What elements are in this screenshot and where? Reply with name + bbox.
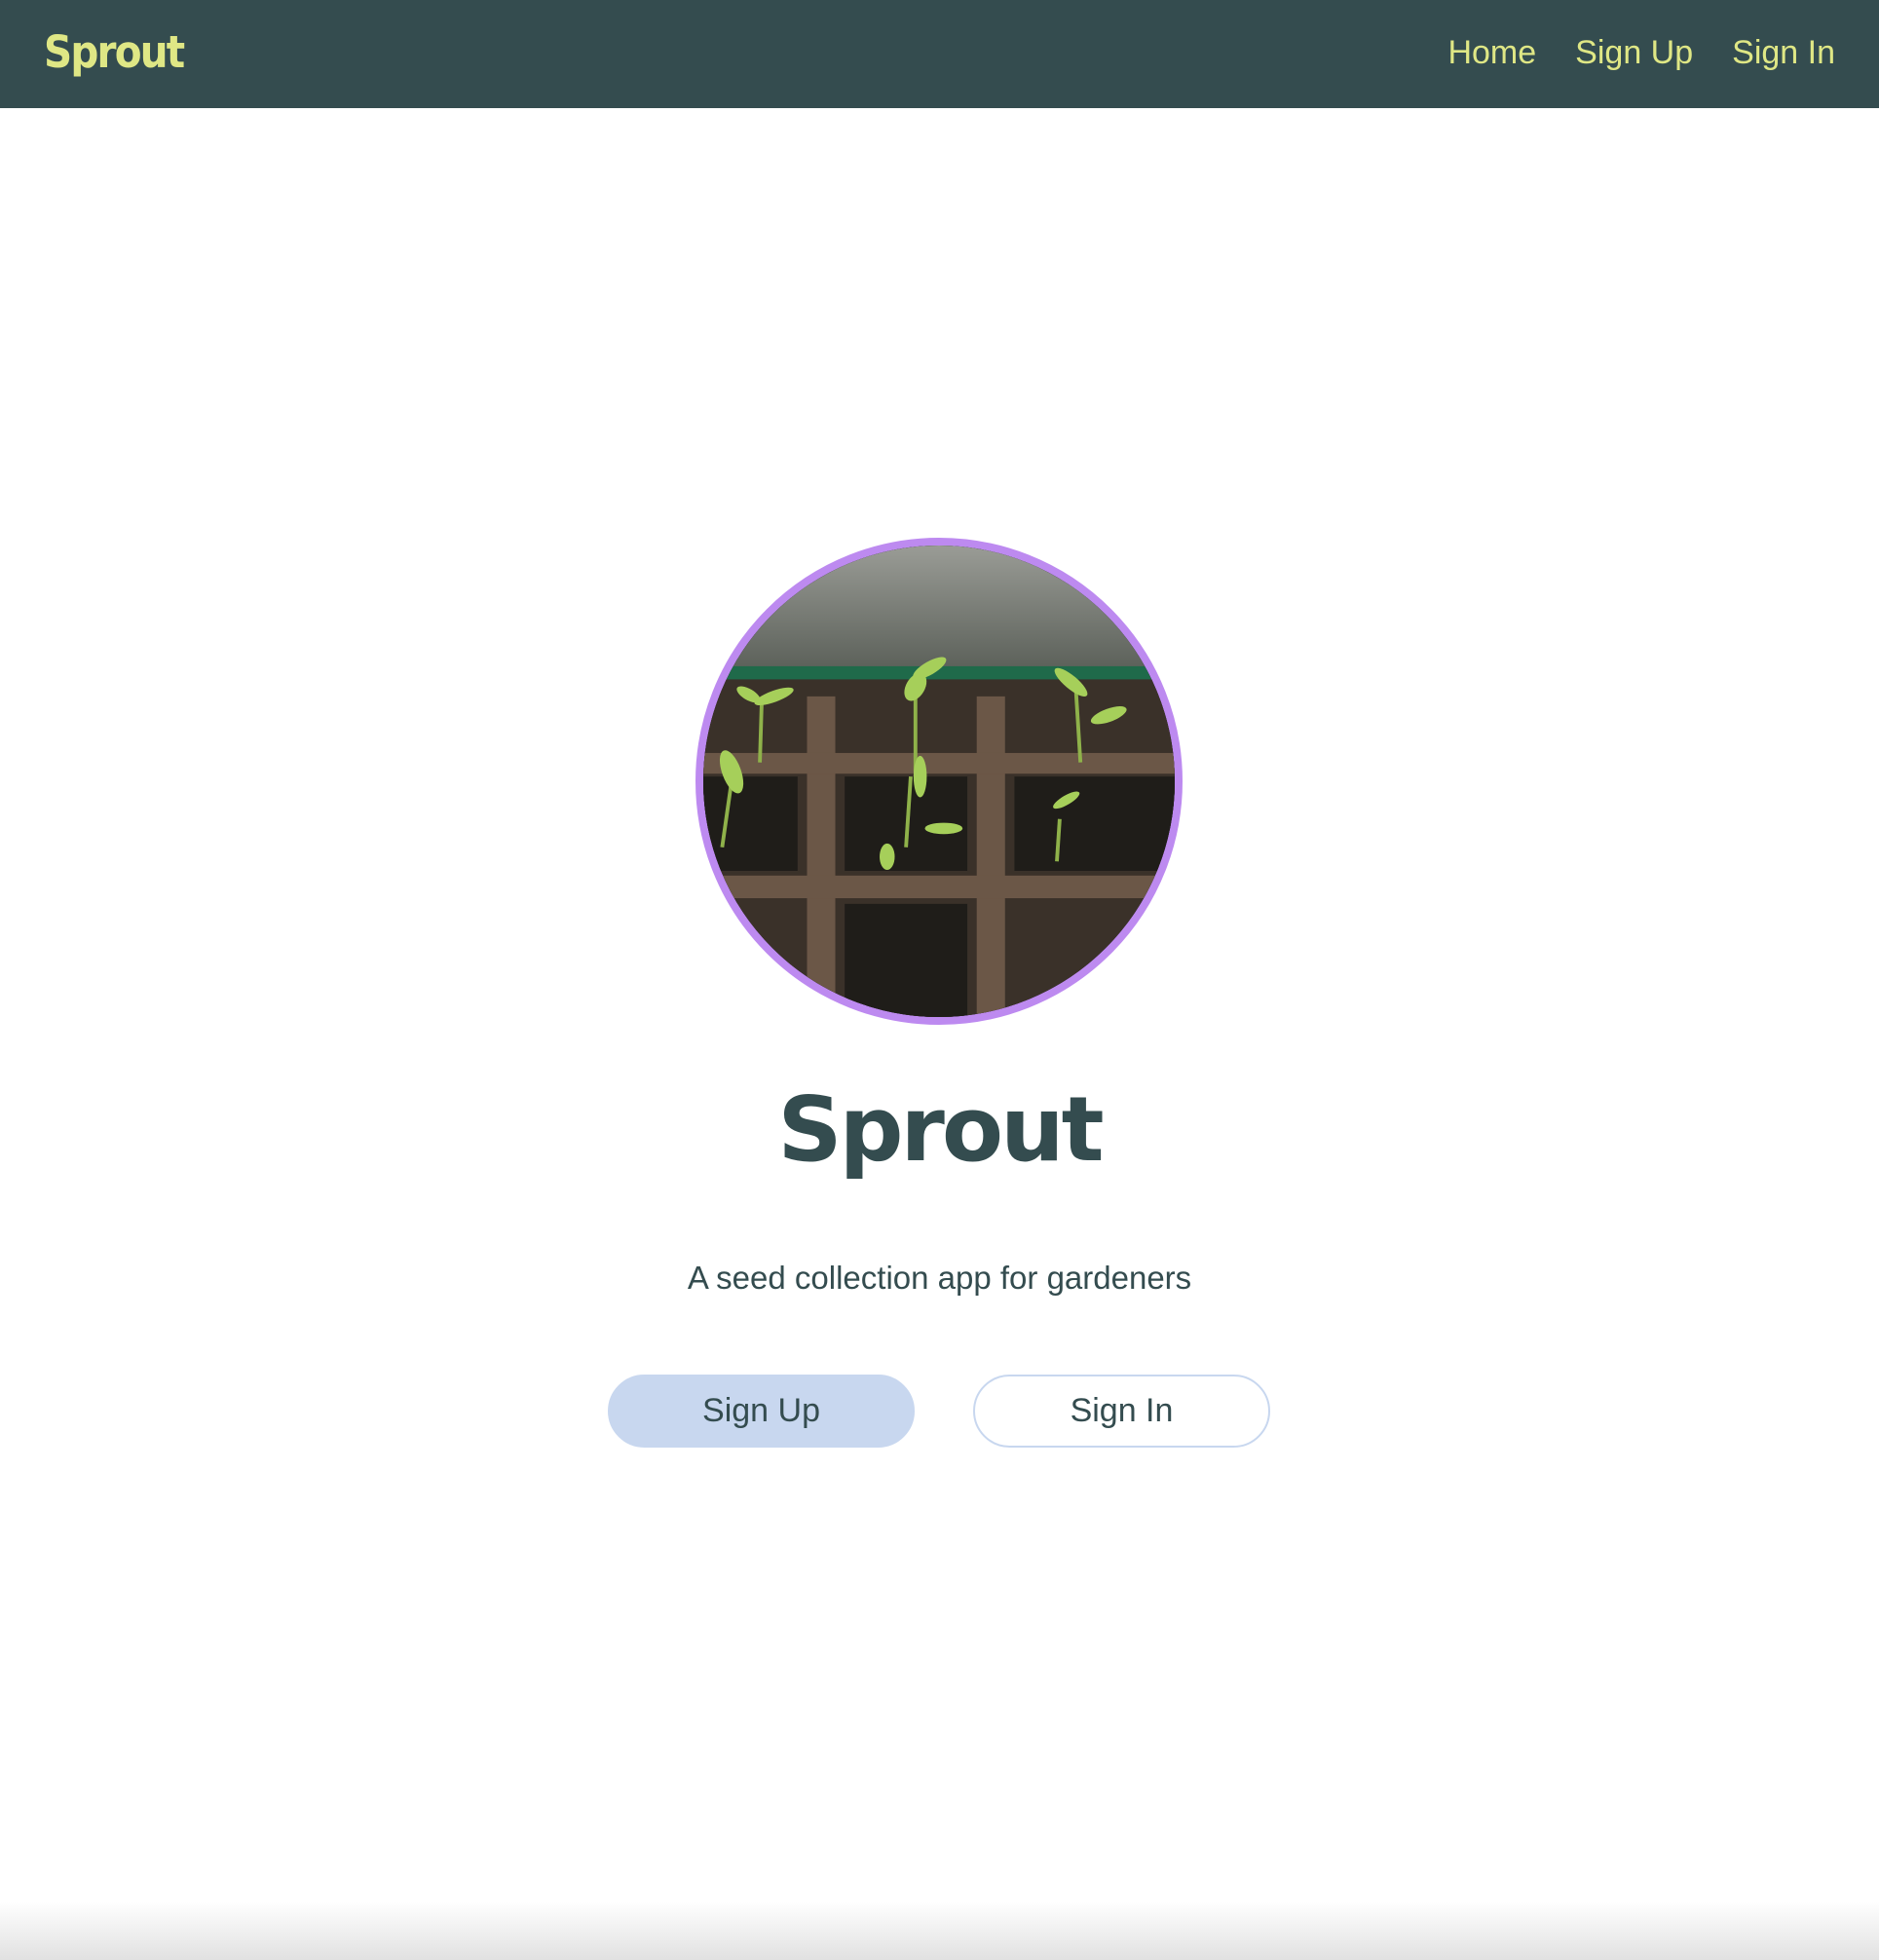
nav-links: Home Sign Up Sign In — [1447, 27, 1835, 78]
seedling-photo-icon — [703, 546, 1175, 1017]
bottom-edge-shadow — [0, 1902, 1879, 1960]
sign-in-button[interactable]: Sign In — [973, 1375, 1270, 1448]
hero-title: Sprout — [777, 1077, 1104, 1182]
nav-link-sign-in[interactable]: Sign In — [1732, 27, 1835, 78]
nav-link-sign-up[interactable]: Sign Up — [1575, 27, 1693, 78]
sign-up-button[interactable]: Sign Up — [608, 1375, 915, 1448]
top-navbar: Sprout Home Sign Up Sign In — [0, 0, 1879, 108]
hero-seedling-image — [695, 538, 1183, 1025]
brand-logo-link[interactable]: Sprout — [44, 23, 185, 82]
hero-tagline: A seed collection app for gardeners — [687, 1260, 1192, 1296]
nav-link-home[interactable]: Home — [1447, 27, 1536, 78]
